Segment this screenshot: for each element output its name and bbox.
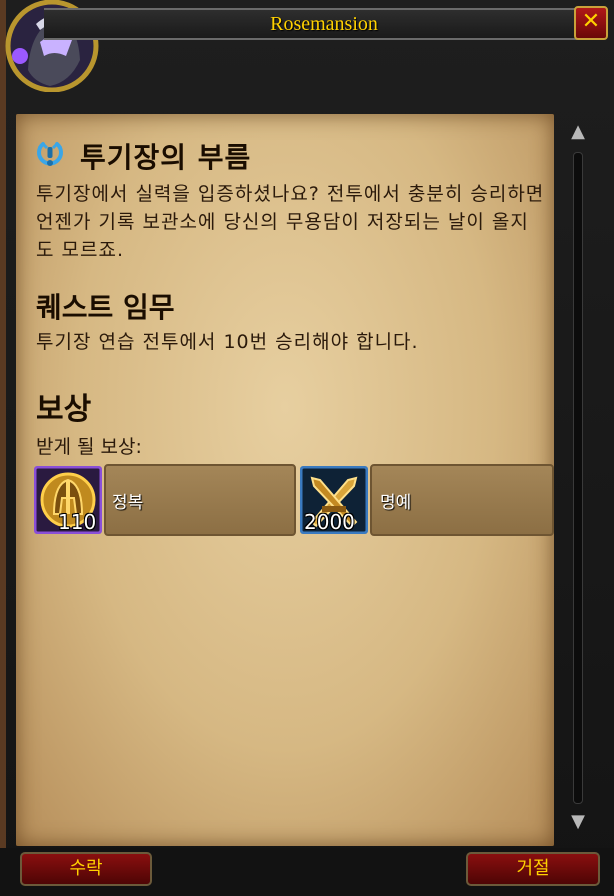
scroll-up-button[interactable]: ▲ — [564, 120, 592, 144]
reward-count: 110 — [58, 510, 97, 534]
quest-repeatable-icon — [37, 141, 63, 166]
scroll-down-button[interactable]: ▼ — [564, 810, 592, 834]
scrollbar-track[interactable] — [573, 152, 583, 804]
window-title: Rosemansion — [270, 13, 378, 35]
quest-title: 투기장의 부름 — [80, 141, 252, 174]
reward-count: 2000 — [304, 510, 355, 534]
reward-name: 정복 — [112, 493, 144, 513]
objective-text: 투기장 연습 전투에서 10번 승리해야 합니다. — [36, 331, 419, 353]
quest-description: 투기장에서 실력을 입증하셨나요? 전투에서 충분히 승리하면 언젠가 기록 보… — [36, 183, 545, 261]
rewards-heading: 보상 — [36, 392, 92, 427]
close-button[interactable]: ✕ — [574, 6, 608, 40]
reward-name: 명예 — [380, 493, 412, 513]
rewards-subheading: 받게 될 보상: — [36, 436, 142, 458]
accept-button[interactable]: 수락 — [20, 852, 152, 886]
objectives-heading: 퀘스트 임무 — [36, 291, 175, 324]
decline-button[interactable]: 거절 — [466, 852, 600, 886]
